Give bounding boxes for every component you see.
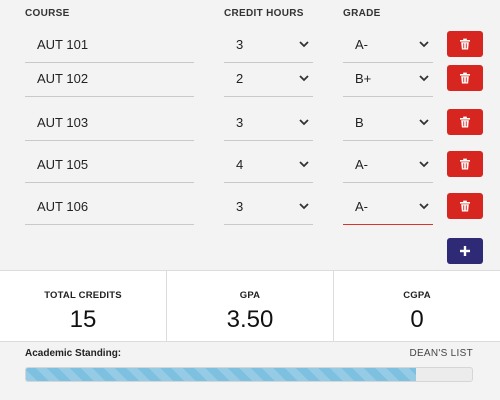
standing-progress-bar: [25, 367, 473, 382]
delete-row-button[interactable]: [447, 65, 483, 91]
grade-select[interactable]: B+: [343, 59, 433, 97]
cgpa-label: CGPA: [403, 290, 431, 301]
delete-row-button[interactable]: [447, 193, 483, 219]
standing-progress-fill: [26, 368, 417, 381]
trash-icon: [460, 116, 470, 128]
chevron-down-icon: [299, 161, 309, 168]
credit-hours-select[interactable]: 3: [224, 187, 313, 225]
header-grade: GRADE: [343, 8, 381, 19]
gpa-card: GPA 3.50: [167, 271, 334, 341]
chevron-down-icon: [299, 41, 309, 48]
chevron-down-icon: [299, 203, 309, 210]
column-headers: COURSE CREDIT HOURS GRADE: [0, 8, 500, 22]
total-credits-value: 15: [69, 306, 97, 333]
chevron-down-icon: [419, 203, 429, 210]
academic-standing-value: DEAN'S LIST: [409, 348, 473, 359]
delete-row-button[interactable]: [447, 109, 483, 135]
chevron-down-icon: [419, 75, 429, 82]
trash-icon: [460, 158, 470, 170]
gpa-value: 3.50: [226, 306, 274, 333]
trash-icon: [460, 72, 470, 84]
chevron-down-icon: [299, 119, 309, 126]
total-credits-label: TOTAL CREDITS: [44, 290, 122, 301]
plus-icon: [460, 246, 470, 256]
header-credit-hours: CREDIT HOURS: [224, 8, 304, 19]
total-credits-card: TOTAL CREDITS 15: [0, 271, 167, 341]
course-input[interactable]: AUT 106: [25, 187, 194, 225]
academic-standing-label: Academic Standing:: [25, 348, 122, 359]
add-course-button[interactable]: [447, 238, 483, 264]
chevron-down-icon: [299, 75, 309, 82]
chevron-down-icon: [419, 119, 429, 126]
trash-icon: [460, 38, 470, 50]
course-input[interactable]: AUT 105: [25, 145, 194, 183]
gpa-label: GPA: [239, 290, 261, 301]
credit-hours-select[interactable]: 2: [224, 59, 313, 97]
grade-select[interactable]: A-: [343, 187, 433, 225]
grade-select[interactable]: B: [343, 103, 433, 141]
delete-row-button[interactable]: [447, 151, 483, 177]
chevron-down-icon: [419, 41, 429, 48]
trash-icon: [460, 200, 470, 212]
grade-select[interactable]: A-: [343, 145, 433, 183]
course-row: AUT 106 3 A-: [0, 187, 500, 229]
chevron-down-icon: [419, 161, 429, 168]
course-row: AUT 105 4 A-: [0, 145, 500, 187]
course-input[interactable]: AUT 101: [25, 25, 194, 63]
header-course: COURSE: [25, 8, 70, 19]
summary-panel: TOTAL CREDITS 15 GPA 3.50 CGPA 0: [0, 270, 500, 342]
course-input[interactable]: AUT 102: [25, 59, 194, 97]
course-row: AUT 102 2 B+: [0, 59, 500, 101]
grade-select[interactable]: A-: [343, 25, 433, 63]
credit-hours-select[interactable]: 3: [224, 103, 313, 141]
course-input[interactable]: AUT 103: [25, 103, 194, 141]
cgpa-value: 0: [410, 306, 424, 333]
cgpa-card: CGPA 0: [334, 271, 500, 341]
credit-hours-select[interactable]: 4: [224, 145, 313, 183]
academic-standing: Academic Standing: DEAN'S LIST: [25, 348, 473, 362]
course-row: AUT 103 3 B: [0, 103, 500, 145]
delete-row-button[interactable]: [447, 31, 483, 57]
credit-hours-select[interactable]: 3: [224, 25, 313, 63]
